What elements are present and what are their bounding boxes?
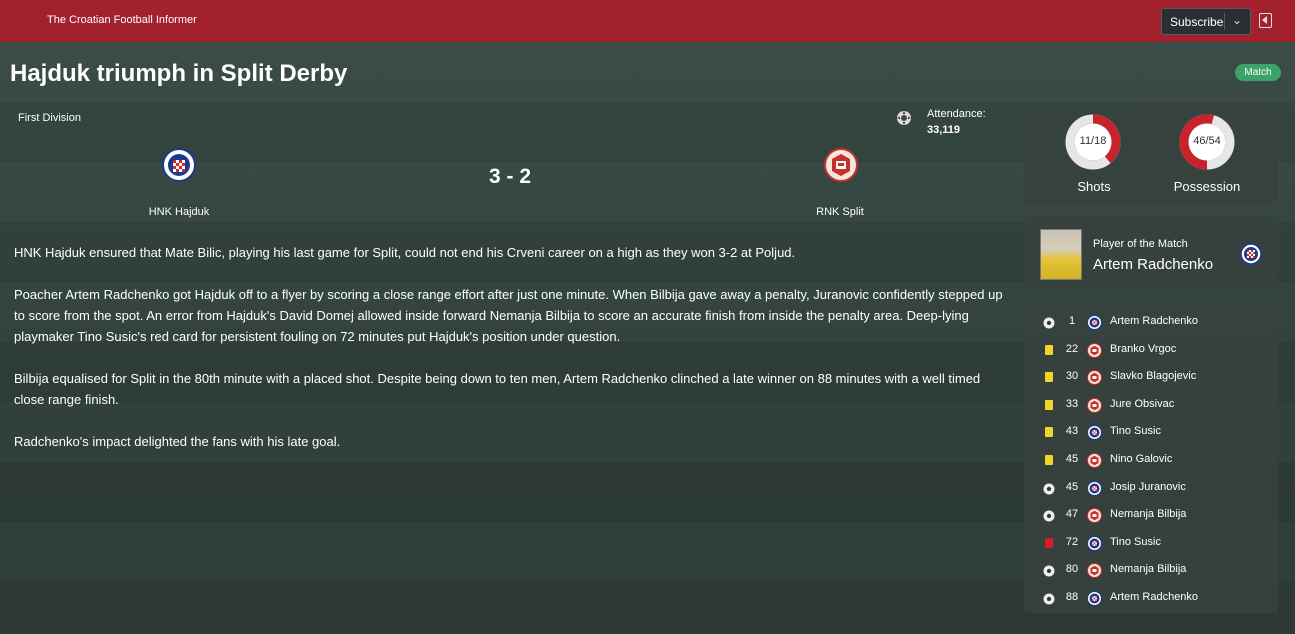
shots-value: 11/18: [1079, 135, 1107, 147]
event-minute: 43: [1065, 425, 1079, 438]
event-player-name[interactable]: Josip Juranovic: [1110, 481, 1186, 493]
player-of-the-match-panel[interactable]: Player of the Match Artem Radchenko: [1024, 216, 1278, 290]
hajduk-crest-icon: [1087, 425, 1102, 441]
event-row[interactable]: 45 Josip Juranovic: [1024, 474, 1278, 501]
hajduk-crest-icon: [1087, 591, 1102, 606]
yellow-card-icon: [1045, 344, 1053, 355]
hajduk-crest-icon: [1240, 243, 1262, 265]
event-row[interactable]: 30 Slavko Blagojevic: [1024, 363, 1278, 390]
match-tag[interactable]: Match: [1235, 64, 1281, 81]
event-player-name[interactable]: Artem Radchenko: [1110, 315, 1198, 327]
event-row[interactable]: 88 Artem Radchenko: [1024, 584, 1278, 611]
divider: [1224, 13, 1225, 30]
football-icon: [1043, 564, 1055, 577]
event-player-name[interactable]: Branko Vrgoc: [1110, 343, 1176, 355]
subscribe-dropdown[interactable]: Subscribe ⌄: [1161, 8, 1251, 35]
event-player-name[interactable]: Tino Susic: [1110, 536, 1161, 548]
event-minute: 80: [1065, 563, 1079, 576]
article-body: HNK Hajduk ensured that Mate Bilic, play…: [14, 242, 1014, 473]
yellow-card-icon: [1045, 427, 1053, 438]
match-score: 3 - 2: [488, 165, 532, 188]
event-minute: 1: [1068, 315, 1076, 327]
hajduk-crest-icon[interactable]: [162, 148, 196, 182]
event-player-name[interactable]: Nino Galovic: [1110, 453, 1172, 465]
top-bar: The Croatian Football Informer Subscribe…: [0, 0, 1295, 42]
football-icon: [1043, 592, 1055, 605]
event-row[interactable]: 80 Nemanja Bilbija: [1024, 556, 1278, 583]
split-crest-icon: [1087, 370, 1102, 386]
event-row[interactable]: 1 Artem Radchenko: [1024, 308, 1278, 335]
event-row[interactable]: 43 Tino Susic: [1024, 418, 1278, 445]
event-player-name[interactable]: Artem Radchenko: [1110, 591, 1198, 603]
event-row[interactable]: 45 Nino Galovic: [1024, 446, 1278, 473]
football-icon: [1043, 509, 1055, 522]
subscribe-label: Subscribe: [1170, 14, 1224, 29]
split-crest-icon: [1087, 397, 1102, 413]
split-crest-icon: [1087, 342, 1102, 358]
event-minute: 30: [1065, 370, 1079, 383]
yellow-card-icon: [1045, 399, 1053, 410]
article-paragraph: HNK Hajduk ensured that Mate Bilic, play…: [14, 245, 796, 260]
player-photo: [1040, 229, 1082, 280]
event-row[interactable]: 22 Branko Vrgoc: [1024, 336, 1278, 363]
event-minute: 45: [1065, 480, 1079, 493]
yellow-card-icon: [1045, 455, 1053, 465]
possession-donut[interactable]: 46/54: [1178, 113, 1236, 171]
event-row[interactable]: 72 Tino Susic: [1024, 529, 1278, 556]
event-row[interactable]: 33 Jure Obsivac: [1024, 391, 1278, 418]
football-icon: [1043, 316, 1055, 329]
hajduk-crest-icon: [1087, 315, 1102, 330]
split-crest-icon: [1087, 563, 1102, 579]
publication-name: The Croatian Football Informer: [47, 14, 197, 26]
possession-label: Possession: [1173, 179, 1241, 194]
possession-value: 46/54: [1193, 135, 1221, 147]
event-minute: 33: [1065, 397, 1079, 410]
event-minute: 72: [1065, 535, 1079, 548]
football-icon: [1043, 482, 1055, 495]
article-paragraph: Radchenko's impact delighted the fans wi…: [14, 434, 341, 449]
shots-label: Shots: [1077, 179, 1111, 194]
stadium-icon: [897, 111, 911, 125]
article-paragraph: Poacher Artem Radchenko got Hajduk off t…: [14, 287, 1003, 344]
split-crest-icon[interactable]: [824, 148, 858, 182]
attendance-value: 33,119: [927, 124, 961, 136]
event-player-name[interactable]: Nemanja Bilbija: [1110, 563, 1186, 575]
chevron-down-icon: ⌄: [1231, 13, 1242, 27]
potm-label: Player of the Match: [1093, 238, 1188, 250]
split-crest-icon: [1087, 453, 1102, 468]
event-player-name[interactable]: Tino Susic: [1110, 425, 1161, 437]
match-stats-panel: 11/18 Shots 46/54 Possession: [1024, 102, 1278, 203]
article-paragraph: Bilbija equalised for Split in the 80th …: [14, 371, 981, 407]
event-minute: 22: [1065, 342, 1079, 355]
hajduk-crest-icon: [1087, 480, 1102, 496]
match-events-panel: 1 Artem Radchenko 22 Branko Vrgoc 30 Slavko B…: [1024, 301, 1278, 613]
event-minute: 88: [1065, 591, 1079, 603]
event-player-name[interactable]: Jure Obsivac: [1110, 398, 1174, 410]
shots-donut[interactable]: 11/18: [1064, 113, 1122, 171]
red-card-icon: [1045, 537, 1053, 548]
yellow-card-icon: [1045, 372, 1053, 383]
competition-name[interactable]: First Division: [18, 112, 81, 124]
article-headline: Hajduk triumph in Split Derby: [10, 60, 348, 87]
home-team-name[interactable]: HNK Hajduk: [109, 206, 249, 218]
potm-player-name[interactable]: Artem Radchenko: [1093, 256, 1213, 273]
away-team-name[interactable]: RNK Split: [770, 206, 910, 218]
attendance-label: Attendance:: [927, 108, 986, 120]
collapse-panel-icon[interactable]: [1259, 13, 1272, 28]
event-minute: 47: [1065, 508, 1079, 521]
split-crest-icon: [1087, 508, 1102, 524]
event-minute: 45: [1065, 453, 1079, 465]
event-row[interactable]: 47 Nemanja Bilbija: [1024, 501, 1278, 528]
hajduk-crest-icon: [1087, 535, 1102, 551]
event-player-name[interactable]: Nemanja Bilbija: [1110, 508, 1186, 520]
event-player-name[interactable]: Slavko Blagojevic: [1110, 370, 1196, 382]
